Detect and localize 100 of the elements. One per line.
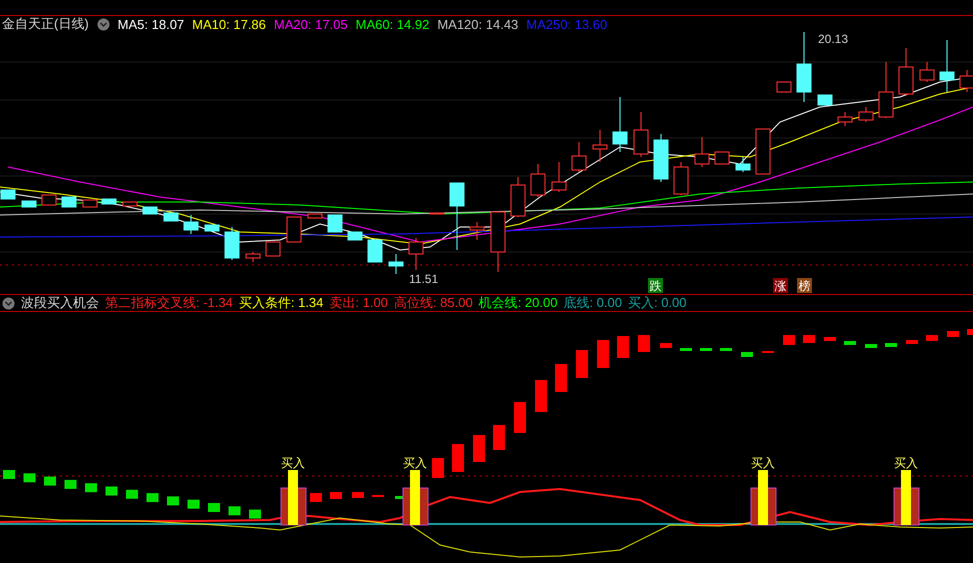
candlestick bbox=[490, 212, 506, 272]
candlestick bbox=[224, 226, 240, 260]
candlestick bbox=[776, 82, 792, 92]
candlestick bbox=[430, 212, 444, 214]
candlestick bbox=[164, 212, 178, 222]
candlestick bbox=[878, 62, 894, 118]
candlestick bbox=[714, 152, 730, 164]
candlestick bbox=[898, 48, 914, 96]
indicator-bar bbox=[803, 335, 815, 343]
candlestick bbox=[328, 214, 342, 232]
candlestick bbox=[246, 252, 260, 262]
moving-average-value: MA10: 17.86 bbox=[192, 16, 266, 32]
indicator-bar bbox=[208, 503, 220, 512]
buy-signal-bar bbox=[750, 470, 776, 526]
candlestick bbox=[470, 222, 484, 240]
candlestick bbox=[348, 232, 362, 240]
indicator-bar bbox=[783, 335, 795, 345]
signal-badge: 跌 bbox=[648, 278, 663, 293]
candlestick bbox=[530, 164, 546, 198]
candlestick bbox=[796, 32, 812, 102]
indicator-value: 买入: 0.00 bbox=[628, 294, 687, 312]
indicator-bar bbox=[906, 340, 918, 344]
candlestick bbox=[736, 156, 750, 172]
candlestick bbox=[818, 94, 832, 106]
indicator-bar bbox=[535, 380, 547, 412]
candlestick bbox=[266, 242, 280, 256]
indicator-bar bbox=[432, 458, 444, 478]
indicator-bar bbox=[330, 492, 342, 499]
indicator-bar bbox=[452, 444, 464, 472]
candlestick bbox=[572, 142, 586, 172]
indicator-bar bbox=[126, 490, 138, 499]
indicator-bar bbox=[188, 500, 200, 509]
candlestick bbox=[408, 238, 424, 270]
buy-label: 买入 bbox=[403, 456, 427, 470]
indicator-value: 机会线: 20.00 bbox=[478, 294, 558, 312]
buy-label: 买入 bbox=[894, 456, 918, 470]
indicator-bar bbox=[106, 486, 118, 496]
candlestick bbox=[286, 216, 302, 242]
candlestick bbox=[388, 254, 404, 274]
candlestick bbox=[920, 62, 934, 82]
indicator-bar bbox=[844, 341, 856, 345]
indicator-bar bbox=[660, 343, 672, 348]
candlestick bbox=[858, 106, 874, 122]
indicator-bar bbox=[680, 348, 692, 351]
candlestick bbox=[634, 112, 648, 158]
candlestick bbox=[22, 200, 36, 208]
dropdown-icon[interactable] bbox=[2, 296, 15, 310]
candlestick bbox=[62, 196, 76, 208]
candlestick bbox=[368, 240, 382, 262]
indicator-bar bbox=[493, 425, 505, 450]
stock-title: 金自天正(日线) bbox=[2, 15, 89, 33]
indicator-bar bbox=[473, 435, 485, 462]
indicator-bar bbox=[885, 343, 897, 347]
indicator-bar bbox=[249, 510, 261, 519]
candlestick bbox=[838, 112, 852, 126]
indicator-bar bbox=[967, 329, 973, 335]
indicator-bar bbox=[576, 350, 588, 378]
candlestick bbox=[654, 134, 668, 182]
candlestick bbox=[142, 206, 158, 214]
dropdown-icon[interactable] bbox=[96, 18, 110, 30]
indicator-bar bbox=[824, 337, 836, 341]
moving-average-value: MA20: 17.05 bbox=[274, 16, 348, 32]
indicator-bar bbox=[741, 352, 753, 357]
indicator-value: 卖出: 1.00 bbox=[329, 294, 388, 312]
indicator-bar bbox=[700, 348, 712, 351]
price-label: 20.13 bbox=[818, 32, 848, 46]
indicator-value: 第二指标交叉线: -1.34 bbox=[105, 294, 233, 312]
moving-average-value: MA250: 13.60 bbox=[526, 16, 608, 32]
buy-signal-bar bbox=[894, 470, 920, 526]
candlestick bbox=[756, 128, 770, 174]
candlestick bbox=[204, 224, 220, 232]
candlestick bbox=[184, 214, 198, 234]
indicator-value: 底线: 0.00 bbox=[563, 294, 622, 312]
indicator-bar bbox=[310, 493, 322, 502]
indicator-bar bbox=[44, 476, 56, 486]
candlestick bbox=[82, 200, 98, 208]
moving-average-value: MA120: 14.43 bbox=[437, 16, 518, 32]
candlestick bbox=[552, 162, 566, 192]
indicator-bar bbox=[167, 496, 179, 506]
buy-label: 买入 bbox=[751, 456, 775, 470]
indicator-bar bbox=[228, 506, 240, 516]
indicator-bar bbox=[555, 364, 567, 392]
moving-average-value: MA5: 18.07 bbox=[118, 16, 184, 32]
indicator-bar bbox=[514, 402, 526, 433]
indicator-bar bbox=[865, 344, 877, 348]
indicator-bar bbox=[85, 483, 97, 492]
moving-average-value: MA60: 14.92 bbox=[356, 16, 430, 32]
candlestick bbox=[592, 130, 608, 162]
candlestick bbox=[510, 176, 526, 218]
candlestick bbox=[102, 198, 116, 204]
indicator-value: 高位线: 85.00 bbox=[394, 294, 473, 312]
indicator-bar bbox=[947, 331, 959, 337]
signal-badge: 榜 bbox=[797, 278, 812, 293]
indicator-bar bbox=[926, 335, 938, 341]
candlestick bbox=[42, 194, 56, 206]
indicator-bar bbox=[762, 351, 774, 353]
candlestick bbox=[940, 40, 954, 92]
buy-signal-bar bbox=[402, 470, 428, 526]
indicator-title: 波段买入机会 bbox=[21, 294, 99, 312]
price-label: 11.51 bbox=[409, 272, 438, 286]
